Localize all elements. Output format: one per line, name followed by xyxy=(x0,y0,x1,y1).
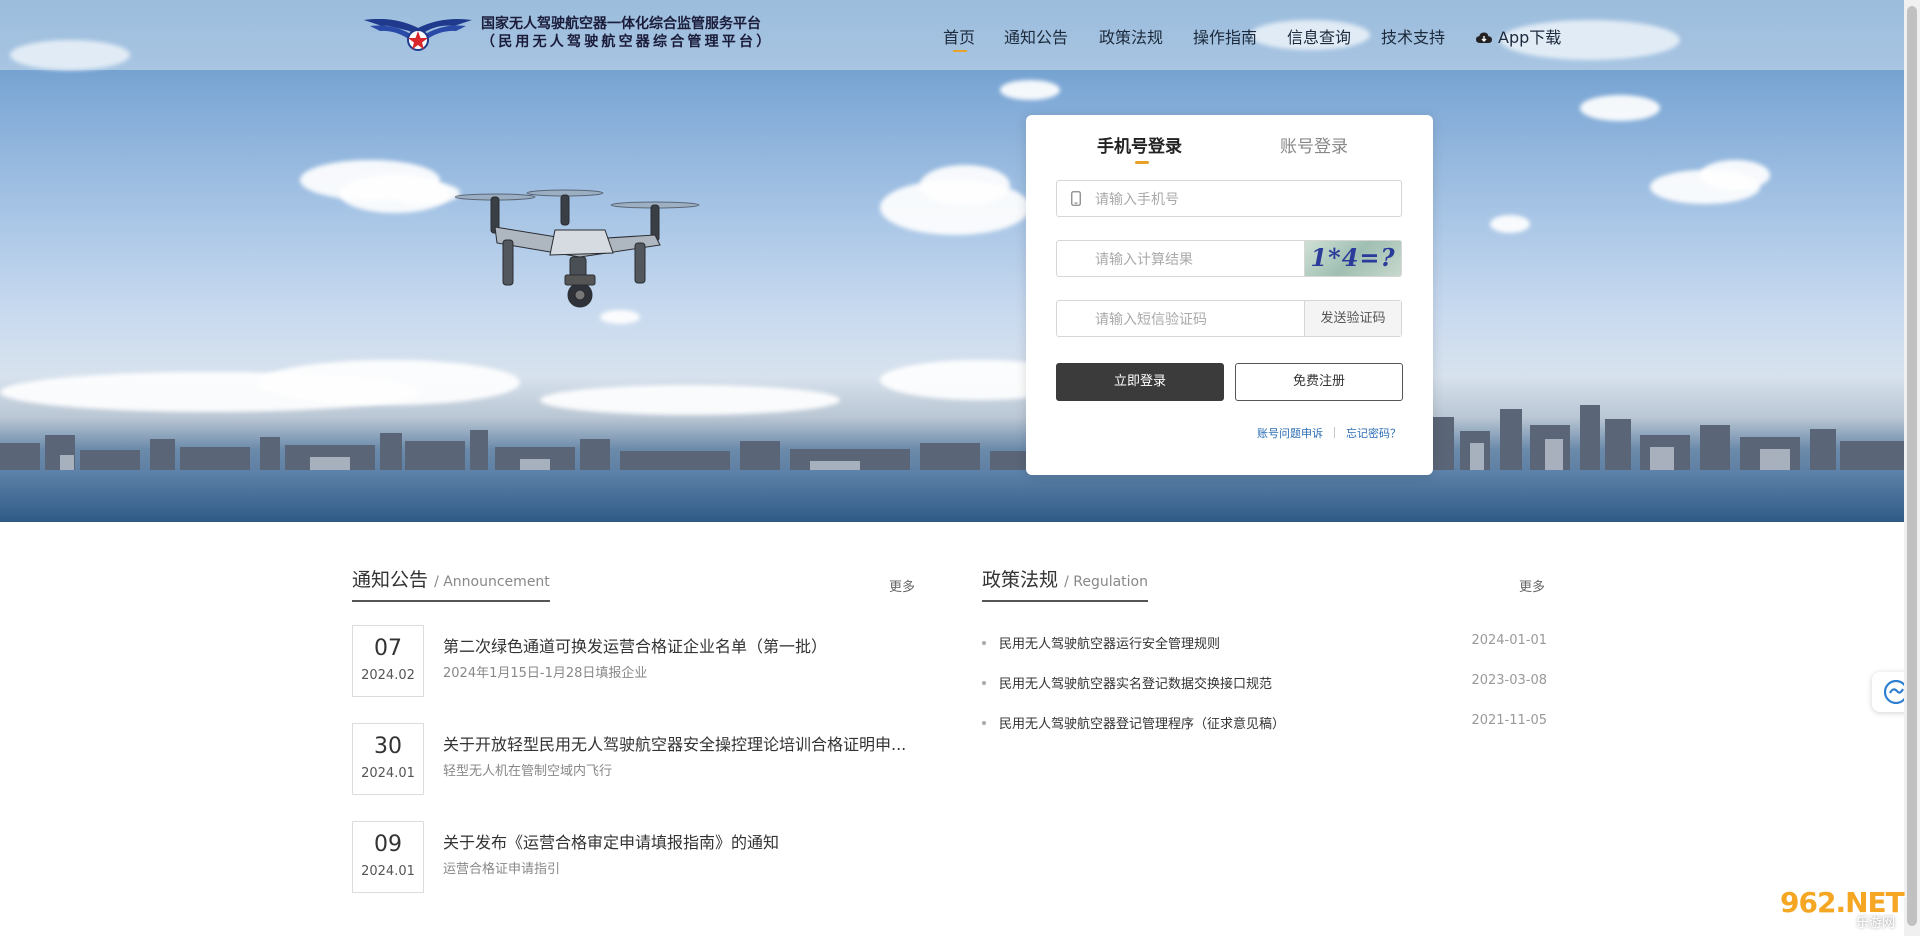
top-header: 国家无人驾驶航空器一体化综合监管服务平台 （民用无人驾驶航空器综合管理平台） 首… xyxy=(0,0,1904,70)
regulation-date: 2024-01-01 xyxy=(1471,633,1547,648)
date-day: 30 xyxy=(374,734,402,759)
captcha-text: 1*4=? xyxy=(1310,243,1396,272)
announcements-title-en: / Announcement xyxy=(434,574,550,590)
announcement-subtitle: 轻型无人机在管制空域内飞行 xyxy=(443,764,613,779)
date-box: 07 2024.02 xyxy=(352,625,424,697)
cloud-download-icon xyxy=(1476,32,1492,43)
phone-icon xyxy=(1071,191,1081,206)
regulations-more-link[interactable]: 更多 xyxy=(1519,576,1545,595)
regulation-date: 2023-03-08 xyxy=(1471,673,1547,688)
forgot-password-link[interactable]: 忘记密码？ xyxy=(1346,427,1401,440)
captcha-image[interactable]: 1*4=? xyxy=(1304,241,1401,276)
platform-name-line2: （民用无人驾驶航空器综合管理平台） xyxy=(481,34,774,50)
water xyxy=(0,470,1904,522)
captcha-input[interactable] xyxy=(1093,241,1297,278)
hero-banner xyxy=(0,0,1904,522)
login-button[interactable]: 立即登录 xyxy=(1056,363,1224,401)
page-scrollbar[interactable] xyxy=(1904,0,1920,936)
date-year-month: 2024.01 xyxy=(361,766,415,781)
regulations-title-en: / Regulation xyxy=(1064,574,1148,590)
regulation-item[interactable]: 民用无人驾驶航空器运行安全管理规则 2024-01-01 xyxy=(982,633,1547,657)
account-appeal-link[interactable]: 账号问题申诉 xyxy=(1257,427,1323,440)
nav-app-download-label: App下载 xyxy=(1498,28,1562,47)
bullet-dot xyxy=(982,721,986,725)
login-panel: 手机号登录 账号登录 1*4=? 发送验证码 立即登录 免费注册 账号问题申诉 忘… xyxy=(1026,115,1433,475)
regulation-date: 2021-11-05 xyxy=(1471,713,1547,728)
regulation-title[interactable]: 民用无人驾驶航空器登记管理程序（征求意见稿） xyxy=(999,713,1285,732)
announcement-title[interactable]: 关于开放轻型民用无人驾驶航空器安全操控理论培训合格证明申... xyxy=(443,731,906,755)
drone-image xyxy=(455,189,700,308)
platform-name-line1: 国家无人驾驶航空器一体化综合监管服务平台 xyxy=(481,16,761,32)
phone-field xyxy=(1056,180,1402,218)
watermark-subtext: 乐游网 xyxy=(1856,916,1896,931)
regulation-item[interactable]: 民用无人驾驶航空器实名登记数据交换接口规范 2023-03-08 xyxy=(982,673,1547,697)
tab-account-login[interactable]: 账号登录 xyxy=(1280,132,1348,157)
nav-announcements[interactable]: 通知公告 xyxy=(1004,24,1068,48)
send-code-button[interactable]: 发送验证码 xyxy=(1304,301,1401,336)
announcements-more-link[interactable]: 更多 xyxy=(889,576,915,595)
sms-code-input[interactable] xyxy=(1093,301,1297,338)
date-day: 09 xyxy=(374,832,402,857)
bullet-dot xyxy=(982,681,986,685)
nav-regulations[interactable]: 政策法规 xyxy=(1099,24,1163,48)
announcements-heading: 通知公告 / Announcement xyxy=(352,565,550,602)
caac-logo[interactable] xyxy=(364,14,472,52)
date-year-month: 2024.02 xyxy=(361,668,415,683)
login-links: 账号问题申诉 忘记密码？ xyxy=(1257,425,1401,441)
nav-app-download[interactable]: App下载 xyxy=(1476,24,1561,48)
scrollbar-thumb[interactable] xyxy=(1907,6,1917,926)
date-year-month: 2024.01 xyxy=(361,864,415,879)
announcement-item[interactable]: 30 2024.01 关于开放轻型民用无人驾驶航空器安全操控理论培训合格证明申.… xyxy=(352,723,922,799)
nav-query[interactable]: 信息查询 xyxy=(1287,24,1351,48)
platform-name: 国家无人驾驶航空器一体化综合监管服务平台 （民用无人驾驶航空器综合管理平台） xyxy=(481,15,773,51)
nav-support[interactable]: 技术支持 xyxy=(1381,24,1445,48)
regulation-title[interactable]: 民用无人驾驶航空器运行安全管理规则 xyxy=(999,633,1220,652)
announcement-title[interactable]: 关于发布《运营合格审定申请填报指南》的通知 xyxy=(443,829,779,853)
tab-phone-login[interactable]: 手机号登录 xyxy=(1097,132,1182,164)
nav-guide[interactable]: 操作指南 xyxy=(1193,24,1257,48)
regulations-heading: 政策法规 / Regulation xyxy=(982,565,1148,602)
date-day: 07 xyxy=(374,636,402,661)
nav-home[interactable]: 首页 xyxy=(943,24,975,52)
captcha-field: 1*4=? xyxy=(1056,240,1402,278)
announcements-title: 通知公告 xyxy=(352,569,429,591)
regulation-item[interactable]: 民用无人驾驶航空器登记管理程序（征求意见稿） 2021-11-05 xyxy=(982,713,1547,737)
date-box: 09 2024.01 xyxy=(352,821,424,893)
sms-field: 发送验证码 xyxy=(1056,300,1402,338)
site-watermark: 962.NET 乐游网 xyxy=(1780,886,1905,931)
announcement-item[interactable]: 07 2024.02 第二次绿色通道可换发运营合格证企业名单（第一批） 2024… xyxy=(352,625,922,701)
register-button[interactable]: 免费注册 xyxy=(1235,363,1403,401)
announcement-item[interactable]: 09 2024.01 关于发布《运营合格审定申请填报指南》的通知 运营合格证申请… xyxy=(352,821,922,897)
regulation-title[interactable]: 民用无人驾驶航空器实名登记数据交换接口规范 xyxy=(999,673,1272,692)
date-box: 30 2024.01 xyxy=(352,723,424,795)
announcement-subtitle: 2024年1月15日-1月28日填报企业 xyxy=(443,666,648,681)
bullet-dot xyxy=(982,641,986,645)
announcement-title[interactable]: 第二次绿色通道可换发运营合格证企业名单（第一批） xyxy=(443,633,827,657)
link-divider xyxy=(1334,427,1335,438)
announcement-subtitle: 运营合格证申请指引 xyxy=(443,862,561,877)
regulations-title: 政策法规 xyxy=(982,569,1059,591)
phone-input[interactable] xyxy=(1093,181,1297,218)
